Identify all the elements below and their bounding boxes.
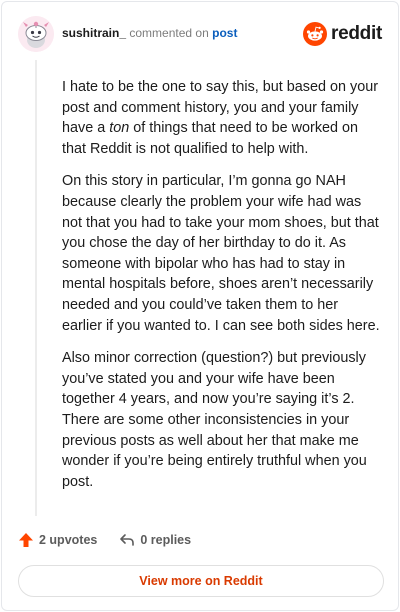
comment-text: Also minor correction (question?) but pr…	[62, 350, 367, 490]
comment-card: sushitrain_ commented on post reddit I h…	[1, 1, 399, 611]
comment-header: sushitrain_ commented on post reddit	[18, 16, 382, 56]
comment-paragraph: Also minor correction (question?) but pr…	[62, 348, 380, 492]
replies-button[interactable]: 0 replies	[119, 532, 191, 548]
post-link[interactable]: post	[212, 26, 237, 40]
reddit-wordmark: reddit	[331, 23, 382, 44]
replies-count: 0 replies	[140, 533, 192, 547]
comment-paragraph: I hate to be the one to say this, but ba…	[62, 77, 380, 159]
reply-arrow-icon	[120, 534, 135, 546]
upvote-button[interactable]: 2 upvotes	[18, 532, 97, 548]
comment-paragraph: On this story in particular, I’m gonna g…	[62, 171, 380, 336]
view-more-button[interactable]: View more on Reddit	[18, 565, 384, 597]
upvotes-count: 2 upvotes	[39, 533, 98, 547]
reddit-logo[interactable]: reddit	[303, 22, 382, 46]
commented-on-text: commented on	[129, 26, 209, 40]
upvote-arrow-icon	[19, 533, 33, 547]
thread-line	[35, 60, 37, 516]
comment-actions: 2 upvotes 0 replies	[18, 530, 191, 550]
comment-emphasis: ton	[109, 120, 130, 137]
comment-meta: sushitrain_ commented on post	[62, 26, 237, 40]
snoo-avatar-icon[interactable]	[18, 16, 54, 52]
comment-body: I hate to be the one to say this, but ba…	[62, 77, 380, 504]
reddit-snoo-icon	[303, 22, 328, 46]
comment-text: On this story in particular, I’m gonna g…	[62, 173, 380, 334]
username-link[interactable]: sushitrain_	[62, 26, 126, 40]
